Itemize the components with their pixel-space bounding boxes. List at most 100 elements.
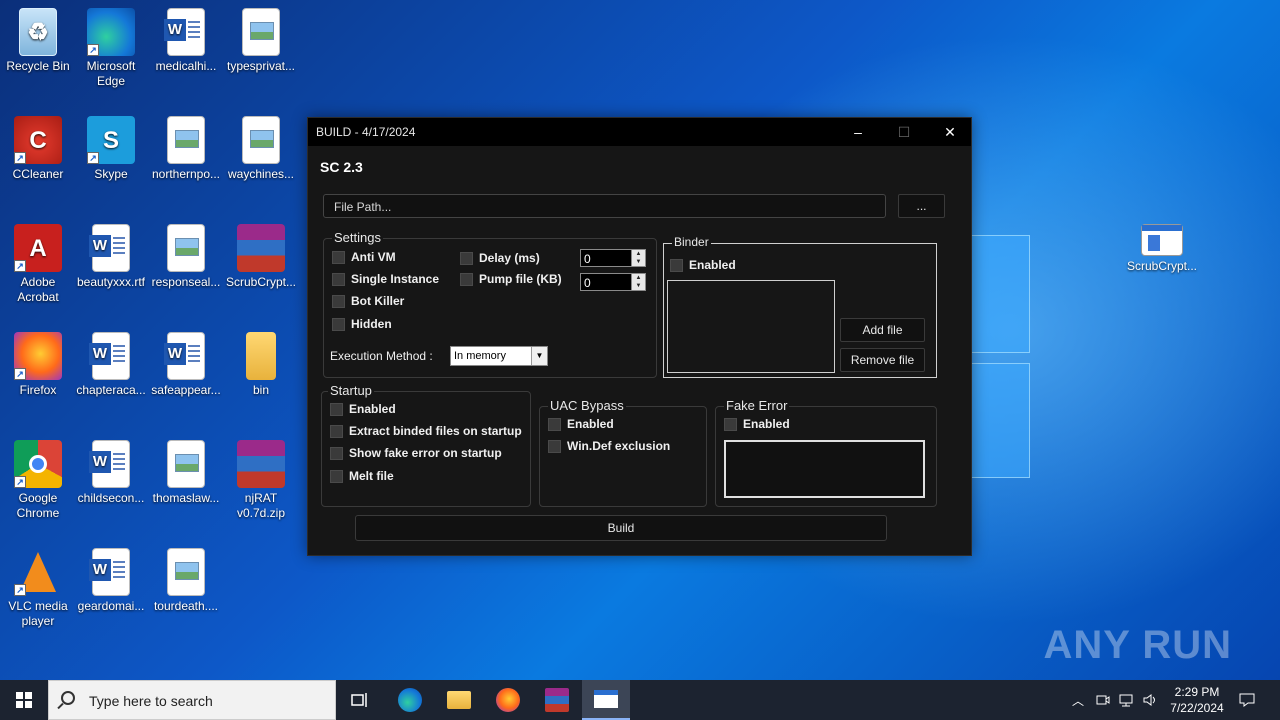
stepper-arrows[interactable]: ▲ ▼ [631,250,645,266]
show-fake-error-label: Show fake error on startup [349,446,502,460]
ccleaner-icon: C ↗ [14,116,62,164]
desktop-icon-waychines[interactable]: waychines... [223,116,299,182]
taskbar-search-box[interactable]: Type here to search [48,680,336,720]
maximize-button[interactable]: ☐ [881,118,927,146]
taskbar-edge[interactable] [386,680,434,720]
browse-button[interactable]: ... [898,194,945,218]
desktop-icon-label: northernpo... [151,167,221,181]
word-document-icon: W [89,332,130,380]
desktop-icon-recycle-bin[interactable]: ♻ Recycle Bin [0,8,76,74]
binder-file-list[interactable] [667,280,835,373]
desktop-icon-thomaslaw[interactable]: thomaslaw... [148,440,224,506]
show-hidden-icons-button[interactable]: ︿ [1068,680,1088,720]
down-arrow-icon[interactable]: ▼ [632,282,645,290]
desktop-icon-responseal[interactable]: responseal... [148,224,224,290]
uac-enabled-checkbox[interactable]: Enabled [548,417,614,431]
desktop-icon-geardomai[interactable]: W geardomai... [73,548,149,614]
bot-killer-label: Bot Killer [351,294,405,308]
desktop-icon-typesprivat[interactable]: typesprivat... [223,8,299,74]
desktop-icon-label: geardomai... [77,599,145,613]
delay-checkbox[interactable]: Delay (ms) [460,251,540,265]
desktop-icon-northernpo[interactable]: northernpo... [148,116,224,182]
bot-killer-checkbox[interactable]: Bot Killer [332,294,404,308]
desktop-icon-skype[interactable]: S ↗ Skype [73,116,149,182]
execution-method-label: Execution Method : [330,349,433,363]
windef-exclusion-checkbox[interactable]: Win.Def exclusion [548,439,670,453]
execution-method-select[interactable]: In memory ▼ [450,346,548,366]
clock-date: 7/22/2024 [1170,701,1224,715]
minimize-button[interactable]: – [835,118,881,146]
add-file-button[interactable]: Add file [840,318,925,342]
delay-stepper[interactable]: 0 ▲ ▼ [580,249,646,267]
desktop-icon-bin-folder[interactable]: bin [223,332,299,398]
desktop-icon-label: Recycle Bin [6,59,70,73]
extract-binded-checkbox[interactable]: Extract binded files on startup [330,424,522,438]
build-button[interactable]: Build [355,515,887,541]
pump-file-checkbox[interactable]: Pump file (KB) [460,272,562,286]
network-icon [1119,694,1133,707]
desktop-icon-medicalhi[interactable]: W medicalhi... [148,8,224,74]
taskbar-file-explorer[interactable] [435,680,483,720]
desktop-icon-chapteraca[interactable]: W chapteraca... [73,332,149,398]
hidden-checkbox[interactable]: Hidden [332,317,392,331]
desktop-icon-safeappear[interactable]: W safeappear... [148,332,224,398]
desktop-icon-tourdeath[interactable]: tourdeath.... [148,548,224,614]
desktop-icon-njrat-zip[interactable]: njRAT v0.7d.zip [223,440,299,521]
desktop-icon-edge[interactable]: ↗ Microsoft Edge [73,8,149,89]
desktop-icon-firefox[interactable]: ↗ Firefox [0,332,76,398]
startup-enabled-checkbox[interactable]: Enabled [330,402,396,416]
binder-enabled-checkbox[interactable]: Enabled [670,258,736,272]
file-explorer-icon [447,691,471,709]
checkbox-box [330,424,343,438]
chevron-down-icon[interactable]: ▼ [531,347,547,365]
action-center-button[interactable] [1232,680,1262,720]
checkbox-box [330,469,343,483]
checkbox-box [670,258,683,272]
edge-icon: ↗ [87,8,135,56]
taskbar-scrubcrypt[interactable] [582,680,630,720]
vlc-icon: ↗ [14,548,62,596]
checkbox-box [332,272,345,286]
desktop-icon-childsecon[interactable]: W childsecon... [73,440,149,506]
fake-error-message-input[interactable] [724,440,925,498]
desktop-icon-beautyxxx[interactable]: W beautyxxx.rtf [73,224,149,290]
up-arrow-icon[interactable]: ▲ [632,250,645,258]
fake-error-group: Fake Error Enabled [715,398,937,507]
desktop-icon-ccleaner[interactable]: C ↗ CCleaner [0,116,76,182]
desktop-icon-scrubcrypt-app[interactable]: ScrubCrypt... [1124,224,1200,274]
desktop-icon-label: Google Chrome [16,491,60,520]
image-file-icon [167,440,205,488]
fake-error-enabled-checkbox[interactable]: Enabled [724,417,790,431]
remove-file-button[interactable]: Remove file [840,348,925,372]
stepper-arrows[interactable]: ▲ ▼ [631,274,645,290]
show-fake-error-checkbox[interactable]: Show fake error on startup [330,446,502,460]
melt-file-checkbox[interactable]: Melt file [330,469,394,483]
desktop-icon-label: medicalhi... [155,59,217,73]
anti-vm-checkbox[interactable]: Anti VM [332,250,396,264]
taskbar-firefox[interactable] [484,680,532,720]
tray-network[interactable] [1116,680,1138,720]
search-placeholder: Type here to search [89,693,213,709]
desktop-icon-label: Microsoft Edge [86,59,136,88]
title-bar[interactable]: BUILD - 4/17/2024 – ☐ ✕ [308,118,971,146]
taskbar-winrar[interactable] [533,680,581,720]
down-arrow-icon[interactable]: ▼ [632,258,645,266]
taskbar-clock[interactable]: 2:29 PM 7/22/2024 [1162,684,1232,716]
desktop-icon-vlc[interactable]: ↗ VLC media player [0,548,76,629]
uac-bypass-legend: UAC Bypass [548,398,626,413]
uac-enabled-label: Enabled [567,417,614,431]
up-arrow-icon[interactable]: ▲ [632,274,645,282]
desktop-icon-chrome[interactable]: ↗ Google Chrome [0,440,76,521]
close-button[interactable]: ✕ [927,118,973,146]
tray-volume[interactable] [1140,680,1162,720]
search-icon [61,691,75,705]
pump-file-stepper[interactable]: 0 ▲ ▼ [580,273,646,291]
binder-group: Binder Enabled Add file Remove file [663,235,937,378]
single-instance-checkbox[interactable]: Single Instance [332,272,439,286]
start-button[interactable] [0,680,48,720]
tray-meet-now[interactable] [1092,680,1114,720]
desktop-icon-acrobat[interactable]: A ↗ Adobe Acrobat [0,224,76,305]
file-path-input[interactable]: File Path... [323,194,886,218]
task-view-button[interactable] [336,680,384,720]
desktop-icon-scrubcrypt-archive[interactable]: ScrubCrypt... [223,224,299,290]
